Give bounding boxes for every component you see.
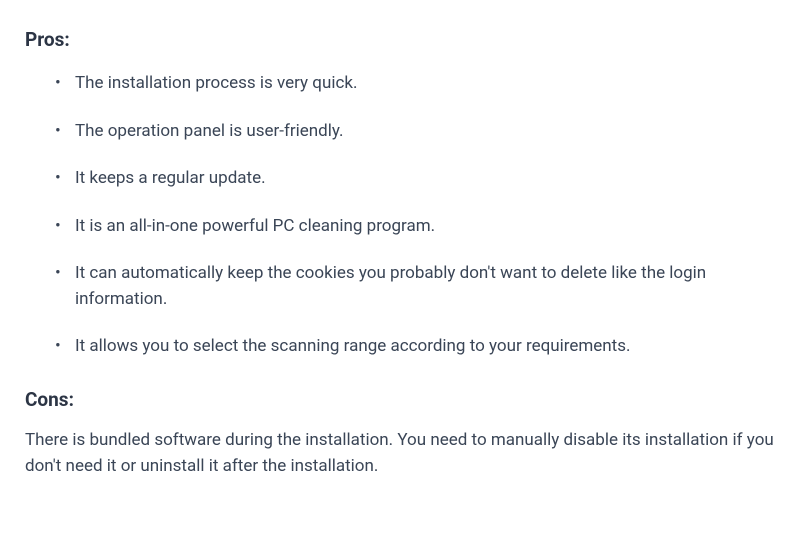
list-item: It can automatically keep the cookies yo… [55, 261, 775, 312]
pros-list: The installation process is very quick. … [25, 71, 775, 360]
cons-text: There is bundled software during the ins… [25, 427, 775, 480]
list-item: It keeps a regular update. [55, 166, 775, 192]
cons-heading: Cons: [25, 388, 775, 411]
list-item: It allows you to select the scanning ran… [55, 334, 775, 360]
list-item: It is an all-in-one powerful PC cleaning… [55, 214, 775, 240]
list-item: The operation panel is user-friendly. [55, 119, 775, 145]
list-item: The installation process is very quick. [55, 71, 775, 97]
pros-heading: Pros: [25, 28, 775, 51]
